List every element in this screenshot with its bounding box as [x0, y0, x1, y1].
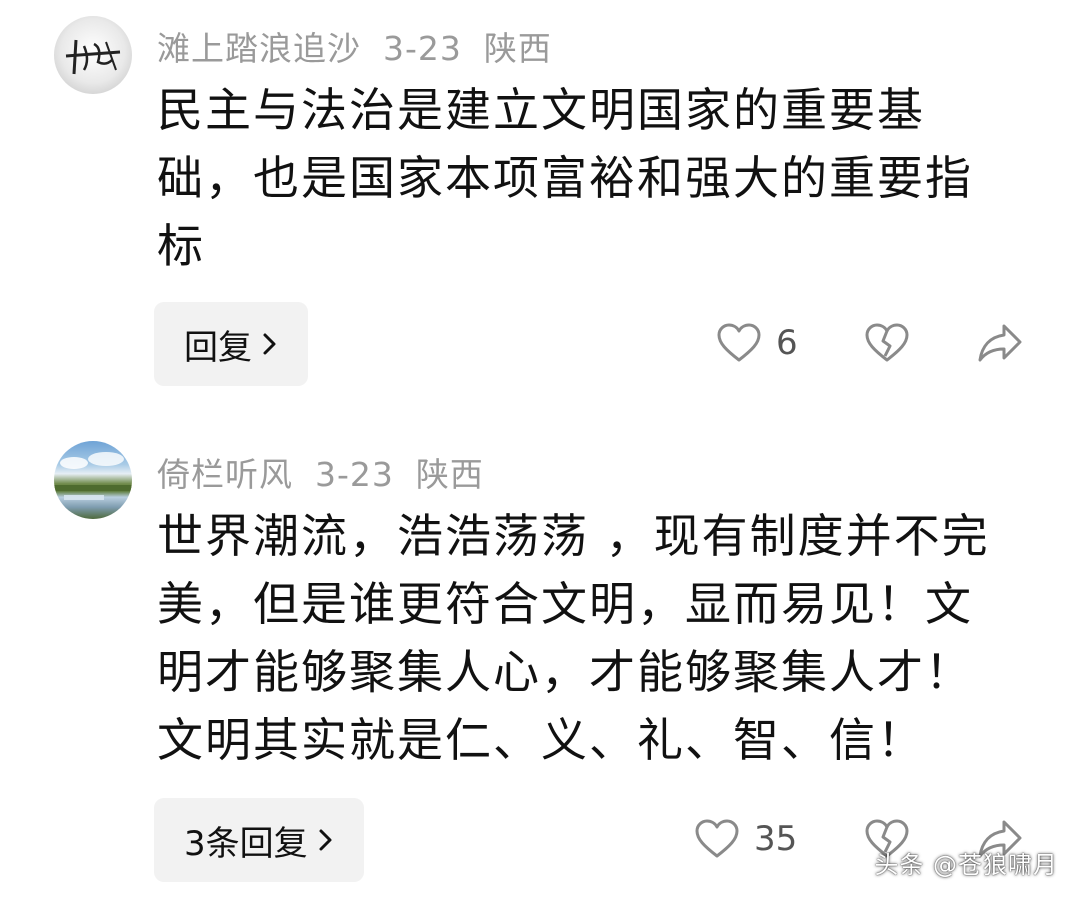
chevron-right-icon	[318, 827, 334, 853]
comment-meta: 倚栏听风 3-23 陕西	[157, 448, 506, 496]
landscape-avatar-icon	[54, 452, 132, 500]
comment-location: 陕西	[415, 455, 484, 494]
reply-button[interactable]: 3条回复	[154, 798, 364, 882]
comment-date: 3-23	[315, 455, 394, 494]
avatar[interactable]	[54, 441, 132, 519]
reply-label: 3条回复	[184, 823, 308, 864]
username[interactable]: 倚栏听风	[157, 455, 293, 494]
comment-text: 世界潮流，浩浩荡荡 ，现有制度并不完美，但是谁更符合文明，显而易见！文明才能够聚…	[157, 509, 990, 767]
comment-item: 倚栏听风 3-23 陕西 世界潮流，浩浩荡荡 ，现有制度并不完美，但是谁更符合文明，…	[0, 0, 1080, 900]
like-count: 35	[754, 819, 798, 859]
like-button[interactable]: 35	[694, 818, 797, 860]
heart-icon	[695, 819, 739, 858]
watermark: 头条 @苍狼啸月	[874, 851, 1058, 879]
